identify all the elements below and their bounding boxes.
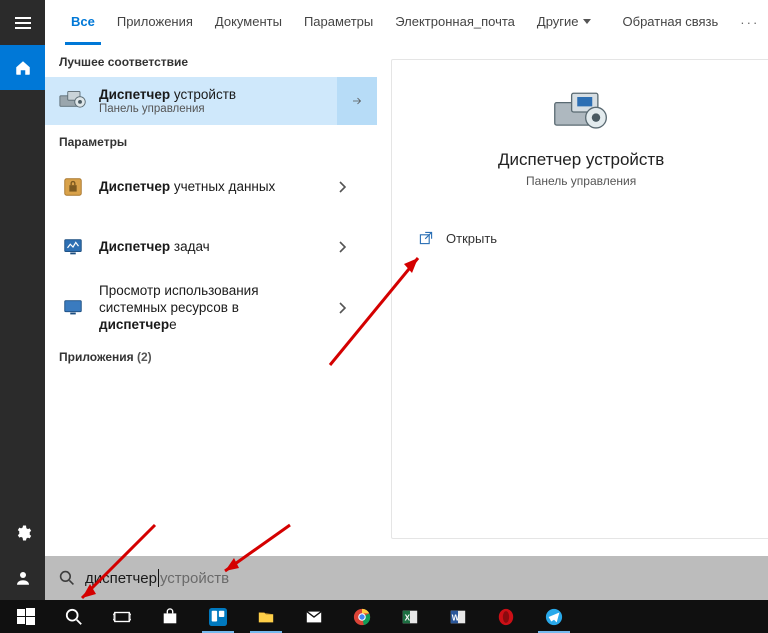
- task-view-button[interactable]: [100, 600, 144, 633]
- search-typed-text: диспетчер: [85, 570, 157, 587]
- result-credential-manager[interactable]: Диспетчер учетных данных: [45, 157, 377, 217]
- tab-more[interactable]: Другие: [531, 0, 597, 45]
- results-pane: Лучшее соответствие Диспетчер устройств …: [45, 45, 377, 600]
- gear-icon: [14, 524, 32, 542]
- tab-settings[interactable]: Параметры: [298, 0, 379, 45]
- task-view-icon: [113, 608, 131, 626]
- search-filter-tabs: Все Приложения Документы Параметры Элект…: [45, 0, 768, 45]
- apps-count: (2): [137, 350, 152, 364]
- search-suggestion-text: устройств: [160, 570, 229, 587]
- preview-subtitle: Панель управления: [526, 174, 636, 188]
- result-expand[interactable]: [323, 163, 363, 211]
- windows-icon: [17, 608, 35, 626]
- svg-text:W: W: [452, 613, 460, 622]
- chevron-down-icon: [583, 19, 591, 24]
- hamburger-icon: [15, 22, 31, 24]
- best-match-header: Лучшее соответствие: [45, 45, 377, 77]
- start-sidebar: [0, 0, 45, 600]
- home-icon: [14, 59, 32, 77]
- more-options-button[interactable]: ···: [734, 15, 765, 30]
- preview-title: Диспетчер устройств: [498, 150, 664, 170]
- device-manager-icon: [59, 87, 87, 115]
- open-icon: [418, 230, 434, 246]
- credential-manager-icon: [59, 173, 87, 201]
- taskbar-app-word[interactable]: W: [436, 600, 480, 633]
- profile-icon: [14, 569, 32, 587]
- preview-pane: Диспетчер устройств Панель управления От…: [377, 45, 768, 600]
- settings-button[interactable]: [0, 510, 45, 555]
- taskbar-app-excel[interactable]: X: [388, 600, 432, 633]
- menu-button[interactable]: [0, 0, 45, 45]
- taskbar: X W: [0, 600, 768, 633]
- start-button[interactable]: [4, 600, 48, 633]
- result-resource-usage[interactable]: Просмотр использования системных ресурсо…: [45, 277, 377, 340]
- taskbar-app-chrome[interactable]: [340, 600, 384, 633]
- result-title: Диспетчер учетных данных: [99, 179, 311, 196]
- taskbar-app-telegram[interactable]: [532, 600, 576, 633]
- account-button[interactable]: [0, 555, 45, 600]
- tab-documents[interactable]: Документы: [209, 0, 288, 45]
- search-icon: [59, 570, 75, 586]
- trello-icon: [209, 608, 227, 626]
- action-open-label: Открыть: [446, 231, 497, 246]
- chevron-right-icon: [337, 302, 349, 314]
- monitor-icon: [59, 294, 87, 322]
- task-manager-icon: [59, 233, 87, 261]
- taskbar-app-mail[interactable]: [292, 600, 336, 633]
- search-icon: [65, 608, 83, 626]
- tab-apps[interactable]: Приложения: [111, 0, 199, 45]
- taskbar-app-opera[interactable]: [484, 600, 528, 633]
- tab-all[interactable]: Все: [65, 0, 101, 45]
- best-match-row[interactable]: Диспетчер устройств Панель управления: [45, 77, 377, 125]
- result-title: Просмотр использования системных ресурсо…: [99, 283, 311, 334]
- excel-icon: X: [401, 608, 419, 626]
- text-cursor: [158, 569, 159, 587]
- chrome-icon: [353, 608, 371, 626]
- best-match-subtitle: Панель управления: [99, 103, 323, 115]
- result-expand[interactable]: [323, 284, 363, 332]
- feedback-link[interactable]: Обратная связь: [617, 0, 725, 45]
- svg-text:X: X: [405, 613, 411, 622]
- taskbar-app-explorer[interactable]: [244, 600, 288, 633]
- home-button[interactable]: [0, 45, 45, 90]
- folder-icon: [257, 608, 275, 626]
- preview-app-icon: [551, 88, 611, 138]
- taskbar-app-store[interactable]: [148, 600, 192, 633]
- action-open[interactable]: Открыть: [412, 222, 750, 254]
- best-match-expand[interactable]: [337, 77, 377, 125]
- apps-section-header: Приложения (2): [45, 340, 377, 372]
- arrow-right-icon: [351, 95, 363, 107]
- taskbar-search-button[interactable]: [52, 600, 96, 633]
- settings-section-header: Параметры: [45, 125, 377, 157]
- telegram-icon: [545, 608, 563, 626]
- mail-icon: [305, 608, 323, 626]
- store-icon: [161, 608, 179, 626]
- tab-more-label: Другие: [537, 14, 579, 29]
- result-title: Диспетчер задач: [99, 239, 311, 256]
- result-task-manager[interactable]: Диспетчер задач: [45, 217, 377, 277]
- opera-icon: [497, 608, 515, 626]
- word-icon: W: [449, 608, 467, 626]
- chevron-right-icon: [337, 181, 349, 193]
- search-input-area[interactable]: диспетчер устройств: [45, 556, 768, 600]
- best-match-title: Диспетчер устройств: [99, 87, 323, 104]
- taskbar-app-trello[interactable]: [196, 600, 240, 633]
- result-expand[interactable]: [323, 223, 363, 271]
- tab-email[interactable]: Электронная_почта: [389, 0, 521, 45]
- chevron-right-icon: [337, 241, 349, 253]
